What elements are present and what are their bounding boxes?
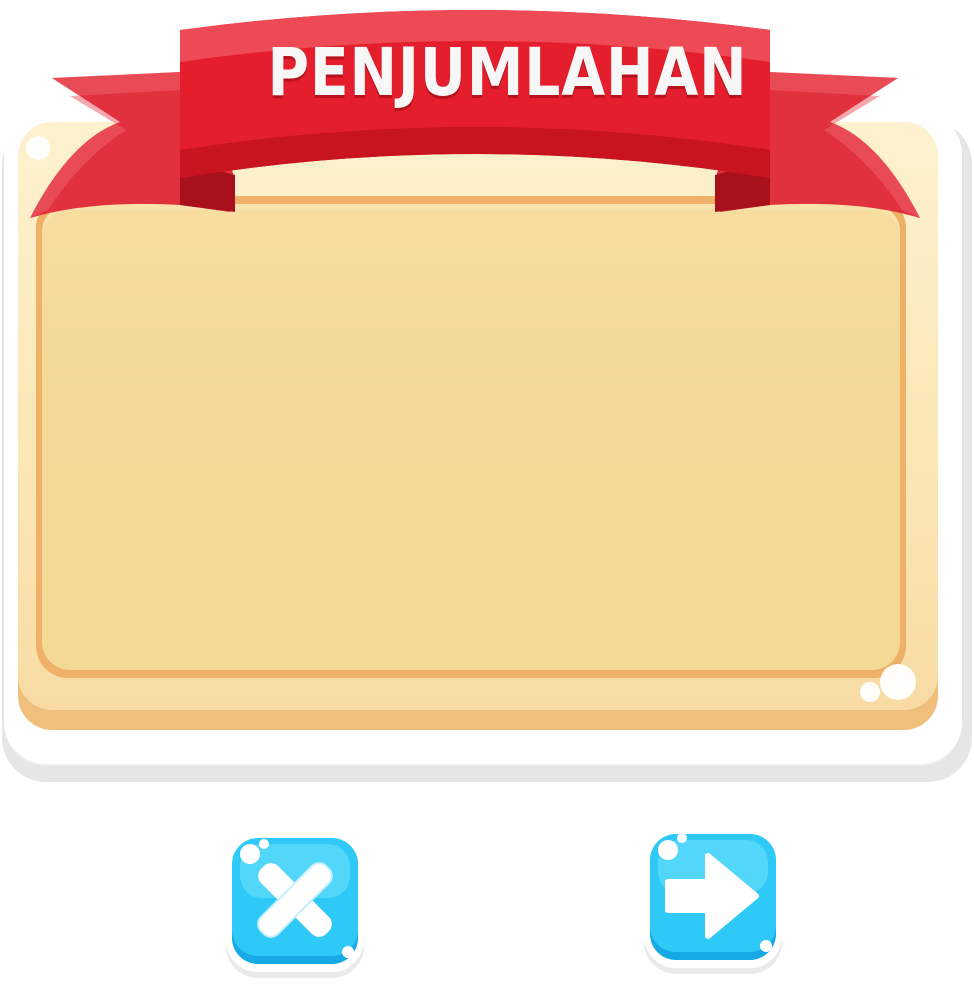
ribbon-title: PENJUMLAHAN bbox=[267, 34, 748, 111]
close-button[interactable] bbox=[220, 830, 370, 980]
next-button[interactable] bbox=[638, 826, 788, 976]
title-ribbon: PENJUMLAHAN bbox=[30, 0, 920, 230]
shine-dot bbox=[880, 664, 916, 700]
shine-dot bbox=[860, 682, 880, 702]
content-area bbox=[42, 204, 900, 670]
game-screen: PENJUMLAHAN bbox=[0, 0, 974, 1001]
